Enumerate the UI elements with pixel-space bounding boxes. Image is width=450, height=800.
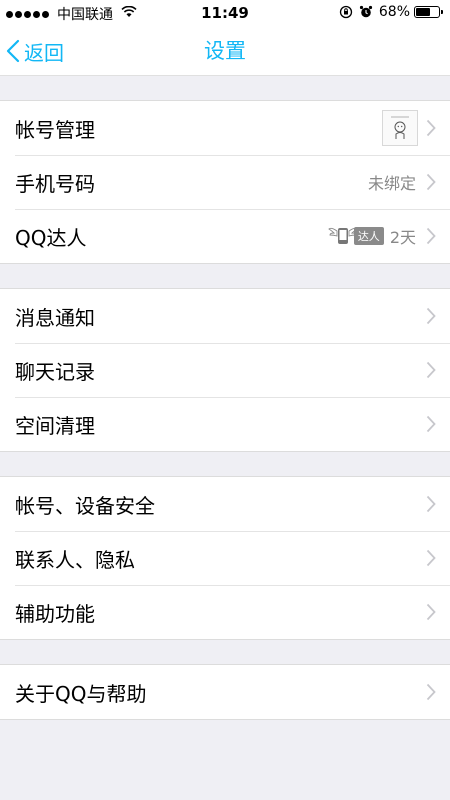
chevron-right-icon: [426, 415, 436, 433]
row-account-device-security[interactable]: 帐号、设备安全: [0, 477, 450, 531]
battery-icon: [414, 6, 443, 18]
row-label: 手机号码: [15, 171, 95, 196]
row-label: 消息通知: [15, 305, 95, 330]
daren-badge-group: 达人: [328, 225, 384, 247]
status-right: 68%: [339, 4, 443, 20]
chevron-right-icon: [426, 227, 436, 245]
row-about-help[interactable]: 关于QQ与帮助: [0, 665, 450, 719]
chevron-right-icon: [426, 307, 436, 325]
chevron-right-icon: [426, 683, 436, 701]
battery-percent: 68%: [378, 4, 410, 20]
settings-group-account: 帐号管理 手机号码 未绑定 QQ达人 达人 2天: [0, 100, 450, 264]
row-message-notification[interactable]: 消息通知: [0, 289, 450, 343]
settings-list: 帐号管理 手机号码 未绑定 QQ达人 达人 2天 消息通知 聊天记录 空间清理 …: [0, 76, 450, 720]
daren-badge: 达人: [353, 227, 384, 245]
row-label: 帐号、设备安全: [15, 493, 155, 518]
phone-status: 未绑定: [367, 174, 416, 193]
status-bar: 中国联通 11:49 68%: [0, 0, 450, 26]
row-label: 帐号管理: [15, 117, 95, 142]
row-label: 辅助功能: [15, 601, 95, 626]
row-qq-daren[interactable]: QQ达人 达人 2天: [0, 209, 450, 263]
alarm-icon: [359, 5, 373, 19]
row-label: 空间清理: [15, 413, 95, 438]
chevron-right-icon: [426, 603, 436, 621]
chevron-right-icon: [426, 549, 436, 567]
chevron-right-icon: [426, 361, 436, 379]
row-storage-cleanup[interactable]: 空间清理: [0, 397, 450, 451]
chevron-right-icon: [426, 119, 436, 137]
row-chat-history[interactable]: 聊天记录: [0, 343, 450, 397]
row-label: 聊天记录: [15, 359, 95, 384]
row-label: QQ达人: [15, 225, 87, 250]
avatar: [382, 110, 418, 146]
row-contacts-privacy[interactable]: 联系人、隐私: [0, 531, 450, 585]
back-label: 返回: [24, 40, 64, 65]
row-label: 关于QQ与帮助: [15, 681, 147, 706]
settings-group-about: 关于QQ与帮助: [0, 664, 450, 720]
back-button[interactable]: 返回: [6, 26, 64, 76]
row-label: 联系人、隐私: [15, 547, 135, 572]
settings-group-messages: 消息通知 聊天记录 空间清理: [0, 288, 450, 452]
settings-group-security: 帐号、设备安全 联系人、隐私 辅助功能: [0, 476, 450, 640]
chevron-right-icon: [426, 173, 436, 191]
daren-days: 2天: [389, 228, 416, 247]
page-title: 设置: [204, 39, 246, 63]
chevron-left-icon: [6, 39, 24, 63]
rotation-lock-icon: [339, 5, 353, 19]
row-account-management[interactable]: 帐号管理: [0, 101, 450, 155]
row-accessibility[interactable]: 辅助功能: [0, 585, 450, 639]
row-phone-number[interactable]: 手机号码 未绑定: [0, 155, 450, 209]
nav-bar: 返回 设置: [0, 26, 450, 76]
chevron-right-icon: [426, 495, 436, 513]
